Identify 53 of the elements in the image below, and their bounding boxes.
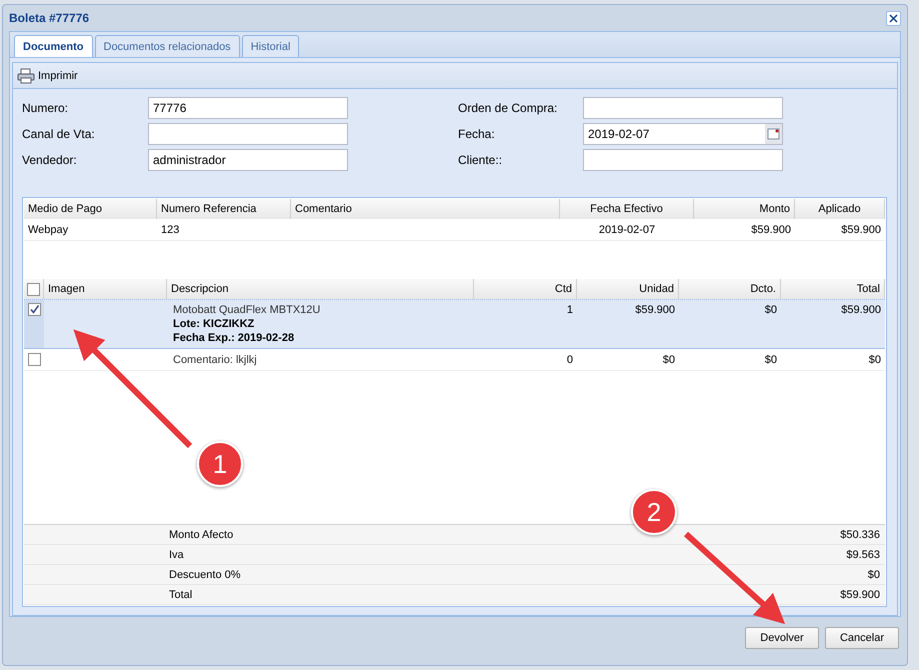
checkbox[interactable] [27,282,40,296]
printer-icon [17,68,35,84]
field-label: Numero: [22,101,70,115]
calendar-icon[interactable] [765,124,782,144]
summary-label: Descuento 0% [169,568,242,580]
table-row[interactable]: Motobatt QuadFlex MBTX12U Lote: KICZIKKZ Fecha Exp.: 2019-02-28 1 $59.900 $0 $59.900 [24,299,885,349]
input-field[interactable]: 77776 [148,97,348,119]
close-icon [889,14,898,22]
summary-value: $0 [868,568,880,580]
summary-label: Iva [169,548,185,560]
tab[interactable]: Documento [14,35,92,57]
print-button[interactable]: Imprimir [17,68,78,84]
table-cell-text: $59.900 [840,223,882,238]
field-label: Vendedor: [22,153,78,167]
checkbox[interactable] [28,303,40,316]
table-cell-text: 1 [566,303,574,318]
summary-value: $9.563 [846,548,880,560]
product-detail: Lote: KICZIKKZ [173,317,256,331]
table-cell-text: 0 [566,353,574,368]
table-cell-text: $59.900 [634,303,676,318]
table-cell-text: $0 [662,353,676,368]
input-field[interactable] [583,149,783,171]
tab[interactable]: Documentos relacionados [94,35,240,57]
input-field[interactable] [148,123,348,145]
tab[interactable]: Historial [242,35,300,57]
summary-label: Monto Afecto [169,528,234,540]
product-name: Comentario: lkjlkj [173,353,258,367]
field-label: Orden de Compra: [458,101,558,115]
close-button[interactable] [886,10,901,26]
field-label: Fecha: [458,127,496,141]
table-cell-text: $0 [868,353,882,368]
table-cell-text: $59.900 [840,303,882,318]
dialog-button[interactable]: Devolver [745,627,819,649]
date-field[interactable]: 2019-02-07 [583,123,783,145]
field-label: Canal de Vta: [22,127,96,141]
checkbox[interactable] [28,353,40,366]
table-cell-text: $0 [764,353,778,368]
summary-value: $50.336 [840,528,880,540]
window-title: Boleta #77776 [9,11,90,25]
table-cell-text: Webpay [27,223,70,238]
table-cell-text: 2019-02-07 [598,223,656,238]
table-cell-text: $59.900 [750,223,792,238]
input-field[interactable] [583,97,783,119]
table-cell-text: 123 [160,223,180,238]
table-cell-text: $0 [764,303,778,318]
dialog-button[interactable]: Cancelar [825,627,899,649]
check-icon [28,304,40,315]
summary-value: $59.900 [840,588,880,600]
product-detail: Fecha Exp.: 2019-02-28 [173,331,296,345]
summary-label: Total [169,588,194,600]
field-label: Cliente:: [458,153,504,167]
product-name: Motobatt QuadFlex MBTX12U [173,303,322,317]
input-field[interactable]: administrador [148,149,348,171]
